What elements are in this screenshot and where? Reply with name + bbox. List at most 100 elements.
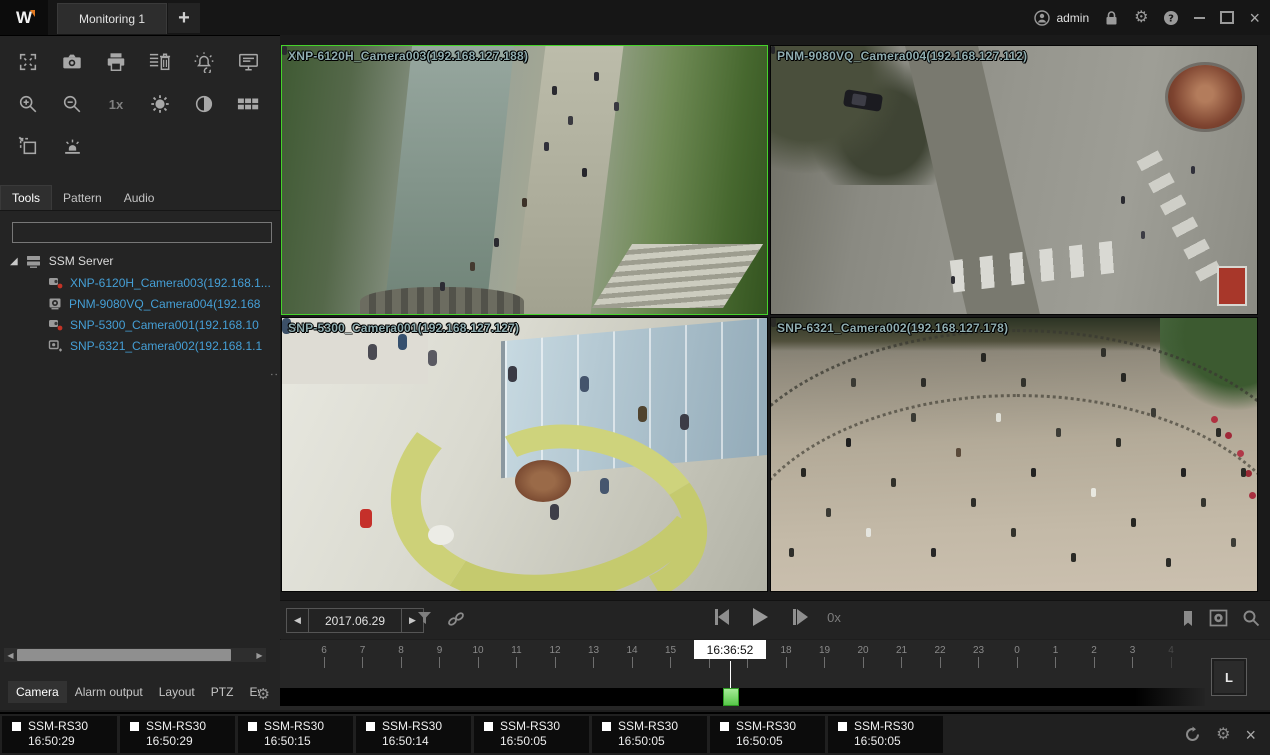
- app-logo: W: [0, 0, 48, 35]
- playback-speed: 0x: [827, 610, 841, 625]
- tree-node-camera[interactable]: PNM-9080VQ_Camera004(192.168: [10, 293, 270, 314]
- live-button[interactable]: L: [1211, 658, 1247, 696]
- playhead-marker[interactable]: [723, 688, 739, 706]
- settings-icon[interactable]: ⚙: [1134, 10, 1148, 26]
- capture-area-icon[interactable]: [14, 132, 42, 160]
- event-chip[interactable]: SSM-RS30 16:50:29: [2, 716, 117, 753]
- camera-label: PNM-9080VQ_Camera004(192.168: [69, 297, 260, 311]
- scroll-right-icon[interactable]: ▶: [253, 648, 266, 662]
- tree-node-camera[interactable]: SNP-6321_Camera002(192.168.1.1: [10, 335, 270, 356]
- tree-node-camera[interactable]: XNP-6120H_Camera003(192.168.1...: [10, 272, 270, 293]
- tab-audio[interactable]: Audio: [113, 186, 166, 210]
- tree-node-camera[interactable]: SNP-5300_Camera001(192.168.10: [10, 314, 270, 335]
- video-grid: XNP-6120H_Camera003(192.168.127.188) PNM…: [280, 35, 1270, 600]
- video-tile-2[interactable]: PNM-9080VQ_Camera004(192.168.127.112): [770, 45, 1258, 315]
- print-icon[interactable]: [102, 48, 130, 76]
- tab-pattern[interactable]: Pattern: [52, 186, 113, 210]
- camera-osd-label: XNP-6120H_Camera003(192.168.127.188): [288, 49, 528, 63]
- zoom-out-icon[interactable]: [58, 90, 86, 118]
- event-reset-icon[interactable]: [190, 48, 218, 76]
- previous-frame-button[interactable]: [709, 606, 733, 628]
- maximize-button[interactable]: [1220, 11, 1234, 24]
- relay-camera-icon: [48, 339, 63, 352]
- user-menu[interactable]: admin: [1034, 10, 1089, 26]
- user-label: admin: [1056, 11, 1089, 25]
- playhead-time-tooltip: 16:36:52: [694, 640, 766, 659]
- video-frame: [282, 46, 767, 314]
- event-checkbox[interactable]: [12, 722, 21, 731]
- event-checkbox[interactable]: [602, 722, 611, 731]
- alarm-beacon-icon[interactable]: [58, 132, 86, 160]
- server-icon: [26, 255, 41, 268]
- device-search-input[interactable]: [12, 222, 272, 243]
- video-tile-1[interactable]: XNP-6120H_Camera003(192.168.127.188): [281, 45, 768, 315]
- camera-osd-label: SNP-6321_Camera002(192.168.127.178): [777, 321, 1008, 335]
- contrast-icon[interactable]: [190, 90, 218, 118]
- dock-tab-layout[interactable]: Layout: [151, 681, 203, 703]
- minimize-button[interactable]: [1194, 17, 1205, 19]
- dock-tab-camera[interactable]: Camera: [8, 681, 67, 703]
- event-checkbox[interactable]: [720, 722, 729, 731]
- tree-node-server[interactable]: ◢ SSM Server: [10, 250, 270, 272]
- server-label: SSM Server: [49, 254, 114, 268]
- help-icon[interactable]: ?: [1163, 10, 1179, 26]
- video-frame: [771, 318, 1257, 591]
- video-tile-4[interactable]: SNP-6321_Camera002(192.168.127.178): [770, 317, 1258, 592]
- event-chip[interactable]: SSM-RS30 16:50:14: [356, 716, 471, 753]
- dock-tab-ptz[interactable]: PTZ: [203, 681, 242, 703]
- svg-text:?: ?: [1169, 13, 1175, 24]
- tree-horizontal-scrollbar[interactable]: ◀ ▶: [4, 648, 266, 662]
- export-snapshot-icon[interactable]: [1209, 609, 1228, 627]
- event-checkbox[interactable]: [248, 722, 257, 731]
- camera-label: XNP-6120H_Camera003(192.168.1...: [70, 276, 270, 290]
- event-checkbox[interactable]: [130, 722, 139, 731]
- delete-layout-icon[interactable]: [146, 48, 174, 76]
- event-chip[interactable]: SSM-RS30 16:50:05: [710, 716, 825, 753]
- settings-icon[interactable]: ⚙: [1216, 727, 1230, 743]
- event-checkbox[interactable]: [366, 722, 375, 731]
- close-event-bar-icon[interactable]: ×: [1245, 726, 1256, 744]
- zoom-1x-icon[interactable]: [102, 90, 130, 118]
- title-bar: W Monitoring 1 + admin ⚙ ? ×: [0, 0, 1270, 36]
- event-chips: SSM-RS30 16:50:29 SSM-RS30 16:50:29 SSM-…: [2, 716, 943, 753]
- camera-osd-label: SNP-5300_Camera001(192.168.127.127): [288, 321, 519, 335]
- dome-camera-icon: [48, 297, 62, 310]
- dock-settings-icon[interactable]: ⚙: [257, 687, 270, 702]
- device-tree: ◢ SSM Server XNP-6120H_Camera003(192.168…: [10, 250, 270, 356]
- fullscreen-icon[interactable]: [14, 48, 42, 76]
- event-chip[interactable]: SSM-RS30 16:50:29: [120, 716, 235, 753]
- lock-icon[interactable]: [1104, 10, 1119, 26]
- next-frame-button[interactable]: [787, 606, 811, 628]
- snapshot-icon[interactable]: [58, 48, 86, 76]
- playhead-line: [730, 661, 731, 688]
- event-chip[interactable]: SSM-RS30 16:50:05: [592, 716, 707, 753]
- video-tile-3[interactable]: SNP-5300_Camera001(192.168.127.127): [281, 317, 768, 592]
- event-chip[interactable]: SSM-RS30 16:50:05: [828, 716, 943, 753]
- event-checkbox[interactable]: [484, 722, 493, 731]
- tab-tools[interactable]: Tools: [0, 185, 52, 210]
- event-chip[interactable]: SSM-RS30 16:50:05: [474, 716, 589, 753]
- play-button[interactable]: [749, 606, 771, 628]
- timeline[interactable]: 6 7 8 9 10 11 12 13 14 15 16 17 18 19 20…: [280, 640, 1270, 710]
- add-tab-button[interactable]: +: [168, 3, 200, 33]
- tree-expander-icon[interactable]: ◢: [10, 256, 18, 267]
- event-status-bar: SSM-RS30 16:50:29 SSM-RS30 16:50:29 SSM-…: [0, 712, 1270, 755]
- monitor-icon[interactable]: [234, 48, 262, 76]
- refresh-icon[interactable]: [1184, 726, 1201, 743]
- close-button[interactable]: ×: [1249, 9, 1260, 27]
- dock-tab-alarm-output[interactable]: Alarm output: [67, 681, 151, 703]
- event-chip[interactable]: SSM-RS30 16:50:15: [238, 716, 353, 753]
- bookmark-icon[interactable]: [1181, 610, 1195, 627]
- recording-track[interactable]: [280, 688, 1205, 706]
- zoom-in-icon[interactable]: [14, 90, 42, 118]
- ptz-camera-icon: [48, 318, 63, 331]
- layout-grid-icon[interactable]: [234, 90, 262, 118]
- scrollbar-thumb[interactable]: [17, 649, 231, 661]
- brightness-icon[interactable]: [146, 90, 174, 118]
- timeline-search-icon[interactable]: [1242, 609, 1260, 627]
- tab-monitoring-1[interactable]: Monitoring 1: [57, 3, 167, 34]
- scroll-left-icon[interactable]: ◀: [4, 648, 17, 662]
- panel-splitter-handle[interactable]: ⋮: [274, 368, 279, 381]
- ptz-camera-icon: [48, 276, 63, 289]
- event-checkbox[interactable]: [838, 722, 847, 731]
